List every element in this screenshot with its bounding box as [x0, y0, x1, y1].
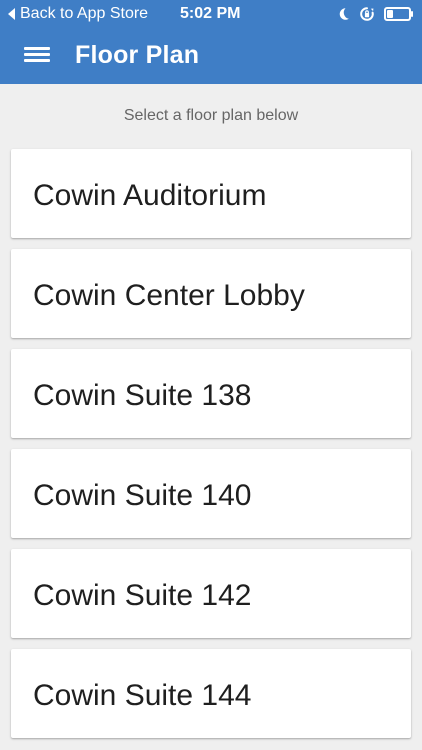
status-bar: Back to App Store 5:02 PM — [0, 0, 422, 28]
back-to-app-store-link[interactable]: Back to App Store — [8, 4, 148, 24]
floor-plan-item-cowin-center-lobby[interactable]: Cowin Center Lobby — [11, 249, 411, 338]
floor-plan-list: Cowin Auditorium Cowin Center Lobby Cowi… — [11, 149, 411, 749]
menu-line-bottom — [24, 59, 50, 62]
back-chevron-icon — [8, 8, 15, 20]
floor-plan-label: Cowin Center Lobby — [33, 279, 305, 312]
floor-plan-item-cowin-suite-140[interactable]: Cowin Suite 140 — [11, 449, 411, 538]
rotation-lock-icon — [360, 7, 374, 21]
back-label: Back to App Store — [20, 5, 149, 22]
floor-plan-label: Cowin Auditorium — [33, 179, 267, 212]
floor-plan-label: Cowin Suite 140 — [33, 479, 252, 512]
status-icons — [336, 4, 414, 24]
select-floor-plan-instruction: Select a floor plan below — [123, 107, 299, 124]
floor-plan-item-cowin-suite-142[interactable]: Cowin Suite 142 — [11, 549, 411, 638]
floor-plan-item-cowin-suite-138[interactable]: Cowin Suite 138 — [11, 349, 411, 438]
floor-plan-label: Cowin Suite 142 — [33, 579, 252, 612]
page-title: Floor Plan — [75, 41, 200, 69]
floor-plan-label: Cowin Suite 138 — [33, 379, 252, 412]
menu-icon[interactable] — [24, 43, 50, 65]
floor-plan-item-cowin-suite-144[interactable]: Cowin Suite 144 — [11, 649, 411, 738]
menu-line-middle — [24, 53, 50, 56]
battery-icon — [384, 7, 413, 21]
moon-icon — [339, 8, 349, 20]
app-bar: Floor Plan — [0, 28, 422, 84]
status-time: 5:02 PM — [180, 5, 241, 22]
floor-plan-label: Cowin Suite 144 — [33, 679, 252, 712]
top-bar: Back to App Store 5:02 PM Floor Plan — [0, 0, 422, 84]
menu-line-top — [24, 47, 50, 50]
floor-plan-item-cowin-auditorium[interactable]: Cowin Auditorium — [11, 149, 411, 238]
